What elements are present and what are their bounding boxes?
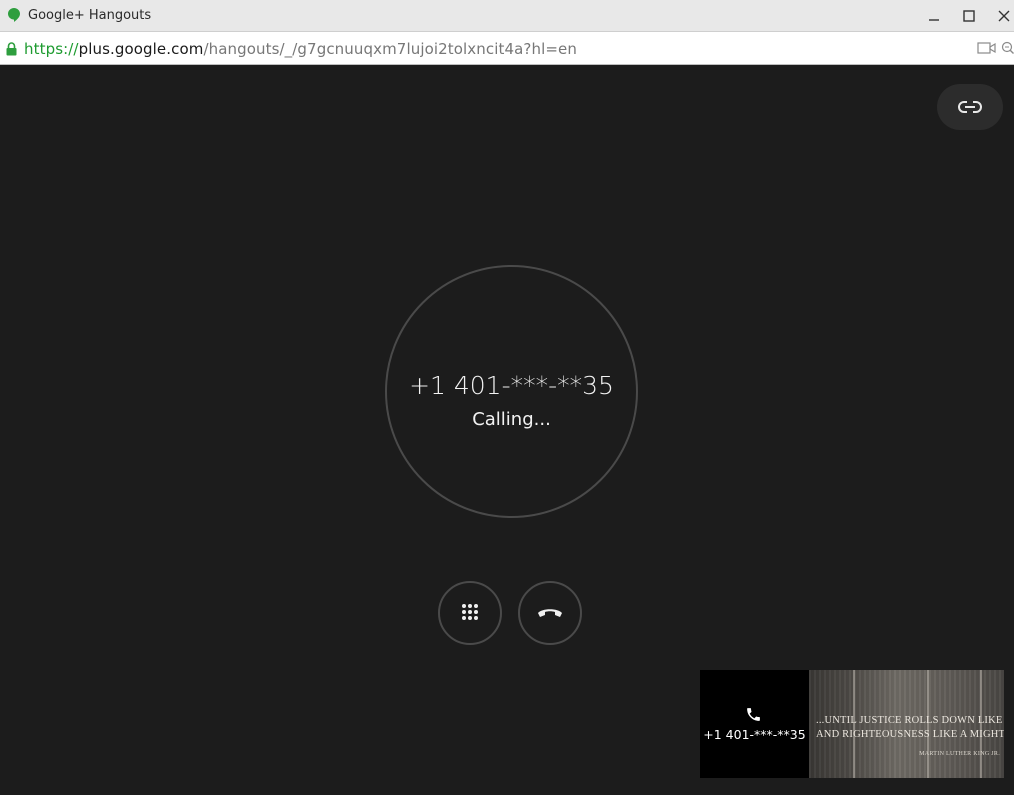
video-quote-line: AND RIGHTEOUSNESS LIKE A MIGHTY STREAM xyxy=(816,729,1004,740)
dialpad-icon xyxy=(462,604,478,620)
hangouts-icon xyxy=(8,8,20,22)
minimize-icon xyxy=(929,19,939,21)
lock-icon xyxy=(6,42,17,56)
url-domain: plus.google.com xyxy=(78,40,204,58)
maximize-icon xyxy=(963,10,975,22)
url-scheme: https:// xyxy=(24,40,79,58)
hangup-icon xyxy=(538,609,562,617)
close-button[interactable] xyxy=(992,4,1014,28)
close-icon xyxy=(998,10,1010,22)
filmstrip: +1 401-***-**35 ...UNTIL JUSTICE ROLLS D… xyxy=(700,670,1004,778)
maximize-button[interactable] xyxy=(957,4,981,28)
link-icon xyxy=(958,101,982,113)
copy-link-button[interactable] xyxy=(937,84,1003,130)
self-video-preview[interactable]: ...UNTIL JUSTICE ROLLS DOWN LIKE WATERS … xyxy=(809,670,1004,778)
video-quote-line: ...UNTIL JUSTICE ROLLS DOWN LIKE WATERS xyxy=(816,715,1004,726)
dialpad-button[interactable] xyxy=(438,581,502,645)
called-number: +1 401-***-**35 xyxy=(409,371,614,400)
address-bar[interactable]: https://plus.google.com/hangouts/_/g7gcn… xyxy=(0,32,1014,65)
hang-up-button[interactable] xyxy=(518,581,582,645)
url-path: /hangouts/_/g7gcnuuqxm7lujoi2tolxncit4a?… xyxy=(203,40,577,58)
zoom-icon[interactable] xyxy=(1001,41,1014,55)
phone-icon xyxy=(747,708,760,721)
url-text[interactable]: https://plus.google.com/hangouts/_/g7gcn… xyxy=(24,40,577,58)
call-status-circle: +1 401-***-**35 Calling... xyxy=(385,265,638,518)
camera-icon[interactable] xyxy=(977,41,996,55)
window-title: Google+ Hangouts xyxy=(28,8,152,23)
call-status-text: Calling... xyxy=(472,409,551,430)
participant-tile[interactable]: +1 401-***-**35 xyxy=(700,670,809,778)
window-titlebar: Google+ Hangouts xyxy=(0,0,1014,32)
video-quote-attribution: MARTIN LUTHER KING JR. xyxy=(919,751,1000,757)
minimize-button[interactable] xyxy=(922,4,946,28)
participant-number: +1 401-***-**35 xyxy=(703,727,806,742)
